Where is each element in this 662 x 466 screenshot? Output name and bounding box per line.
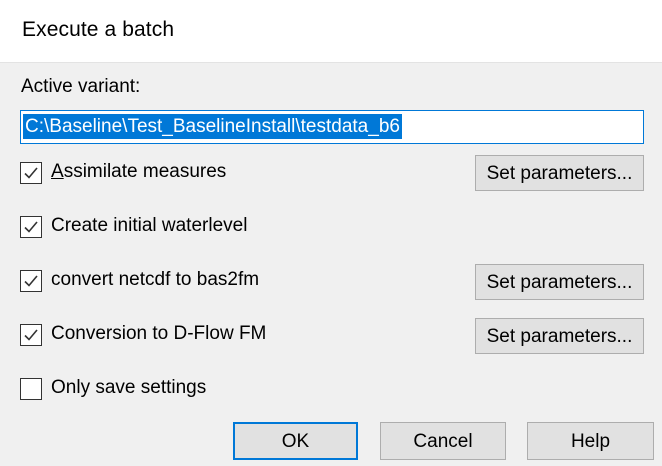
mnemonic-a: A (51, 161, 64, 182)
assimilate-measures-label-rest: ssimilate measures (63, 161, 227, 182)
active-variant-value: C:\Baseline\Test_BaselineInstall\testdat… (23, 114, 402, 139)
convert-netcdf-label: convert netcdf to bas2fm (51, 269, 260, 290)
conversion-dflow-checkbox[interactable] (20, 324, 42, 346)
only-save-settings-label: Only save settings (51, 377, 207, 398)
checkmark-icon (24, 329, 38, 341)
conversion-dflow-label: Conversion to D-Flow FM (51, 323, 267, 344)
checkmark-icon (24, 221, 38, 233)
ok-button[interactable]: OK (233, 422, 358, 460)
assimilate-measures-checkbox[interactable] (20, 162, 42, 184)
dialog-title: Execute a batch (22, 18, 175, 41)
convert-netcdf-set-parameters-button[interactable]: Set parameters... (475, 264, 644, 300)
dialog-titlebar: Execute a batch (0, 0, 662, 63)
convert-netcdf-checkbox[interactable] (20, 270, 42, 292)
assimilate-measures-set-parameters-button[interactable]: Set parameters... (475, 155, 644, 191)
active-variant-field[interactable]: C:\Baseline\Test_BaselineInstall\testdat… (20, 110, 644, 144)
active-variant-label: Active variant: (21, 76, 141, 97)
create-initial-waterlevel-checkbox[interactable] (20, 216, 42, 238)
checkmark-icon (24, 167, 38, 179)
conversion-dflow-set-parameters-button[interactable]: Set parameters... (475, 318, 644, 354)
create-initial-waterlevel-label: Create initial waterlevel (51, 215, 248, 236)
assimilate-measures-label: Assimilate measures (51, 161, 226, 183)
only-save-settings-checkbox[interactable] (20, 378, 42, 400)
help-button[interactable]: Help (527, 422, 654, 460)
checkmark-icon (24, 275, 38, 287)
cancel-button[interactable]: Cancel (380, 422, 506, 460)
